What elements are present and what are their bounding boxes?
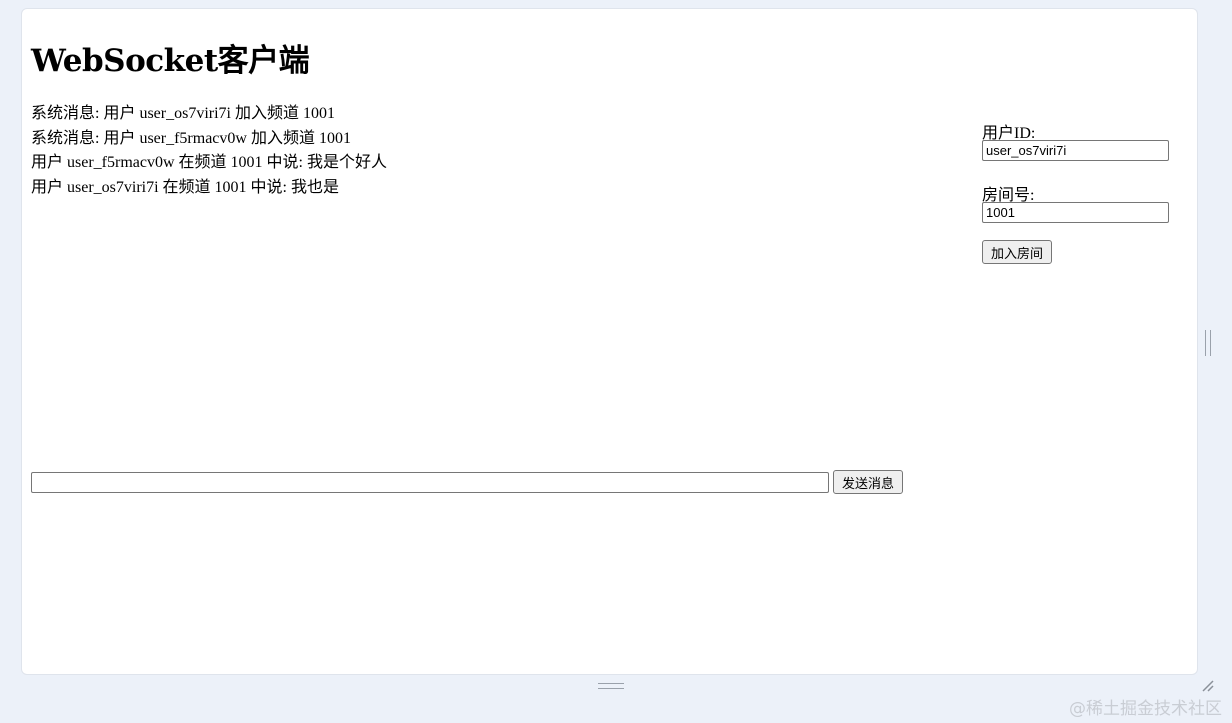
- vertical-splitter-handle[interactable]: [1205, 330, 1211, 356]
- room-number-input[interactable]: [982, 202, 1169, 223]
- resize-grip-icon[interactable]: [1200, 678, 1216, 694]
- horizontal-splitter-handle[interactable]: [598, 683, 624, 689]
- app-panel: WebSocket客户端 系统消息: 用户 user_os7viri7i 加入频…: [21, 8, 1198, 675]
- message-item: 系统消息: 用户 user_f5rmacv0w 加入频道 1001: [31, 129, 351, 147]
- send-message-button[interactable]: 发送消息: [833, 470, 903, 494]
- user-id-input[interactable]: [982, 140, 1169, 161]
- message-list: 系统消息: 用户 user_os7viri7i 加入频道 1001 系统消息: …: [31, 102, 931, 442]
- message-item: 用户 user_os7viri7i 在频道 1001 中说: 我也是: [31, 178, 339, 196]
- message-input[interactable]: [31, 472, 829, 493]
- page-title: WebSocket客户端: [31, 43, 310, 79]
- message-item: 系统消息: 用户 user_os7viri7i 加入频道 1001: [31, 105, 335, 122]
- join-room-button[interactable]: 加入房间: [982, 240, 1052, 264]
- watermark: @稀土掘金技术社区: [1069, 699, 1222, 719]
- message-item: 用户 user_f5rmacv0w 在频道 1001 中说: 我是个好人: [31, 154, 387, 171]
